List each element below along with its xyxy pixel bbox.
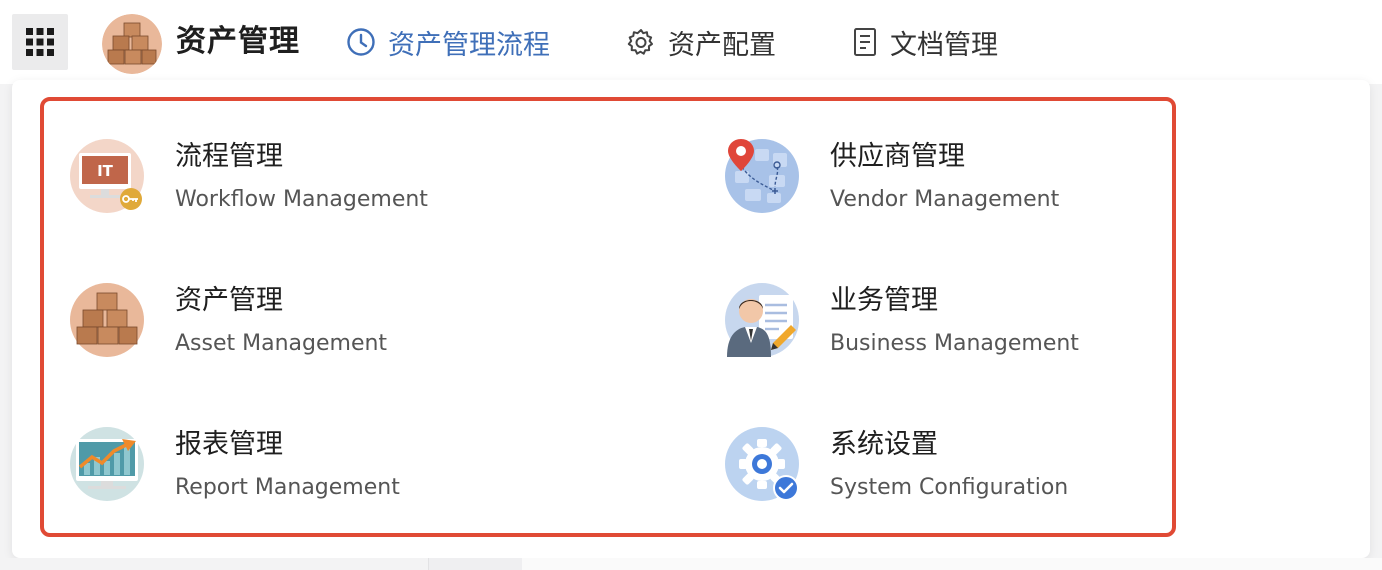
nav-label: 文档管理 [890, 29, 998, 61]
menu-item-subtitle: System Configuration [830, 475, 1069, 500]
map-pin-icon [725, 139, 799, 213]
background-strip [428, 558, 522, 570]
document-icon [854, 28, 876, 56]
menu-item-subtitle: Workflow Management [175, 187, 428, 212]
app-logo [102, 14, 162, 74]
clock-icon [347, 28, 375, 56]
menu-item-system[interactable]: 系统设置 System Configuration [725, 427, 1145, 507]
menu-item-title: 业务管理 [830, 285, 938, 316]
it-monitor-key-icon: IT [70, 139, 144, 213]
background-strip [522, 558, 1382, 570]
chart-monitor-icon [70, 427, 144, 501]
menu-item-subtitle: Vendor Management [830, 187, 1060, 212]
top-bar: 资产管理 资产管理流程 资产配置 文档管理 [0, 0, 1382, 84]
menu-item-vendor[interactable]: 供应商管理 Vendor Management [725, 139, 1145, 219]
nav-label: 资产管理流程 [388, 29, 550, 61]
app-launcher-button[interactable] [12, 14, 68, 70]
settings-check-icon [725, 427, 799, 501]
menu-item-business[interactable]: 业务管理 Business Management [725, 283, 1145, 363]
nav-label: 资产配置 [668, 29, 776, 61]
nav-asset-config[interactable]: 资产配置 [626, 22, 776, 62]
menu-item-subtitle: Asset Management [175, 331, 388, 356]
menu-item-report[interactable]: 报表管理 Report Management [70, 427, 500, 507]
menu-item-workflow[interactable]: IT 流程管理 Workflow Management [70, 139, 500, 219]
menu-item-title: 供应商管理 [830, 141, 965, 172]
menu-item-title: 报表管理 [175, 429, 283, 460]
nav-document-management[interactable]: 文档管理 [852, 22, 998, 62]
menu-item-title: 系统设置 [830, 429, 938, 460]
menu-item-asset[interactable]: 资产管理 Asset Management [70, 283, 500, 363]
boxes-icon [70, 283, 144, 357]
app-title: 资产管理 [176, 24, 300, 59]
grid-icon [26, 28, 54, 56]
nav-asset-process[interactable]: 资产管理流程 [346, 22, 550, 62]
gear-icon [627, 29, 653, 55]
menu-item-subtitle: Business Management [830, 331, 1079, 356]
menu-item-subtitle: Report Management [175, 475, 400, 500]
boxes-icon [102, 14, 162, 74]
menu-item-title: 流程管理 [175, 141, 283, 172]
menu-item-title: 资产管理 [175, 285, 283, 316]
svg-text:IT: IT [97, 162, 114, 180]
background-strip [0, 558, 428, 570]
businessman-icon [725, 283, 799, 357]
